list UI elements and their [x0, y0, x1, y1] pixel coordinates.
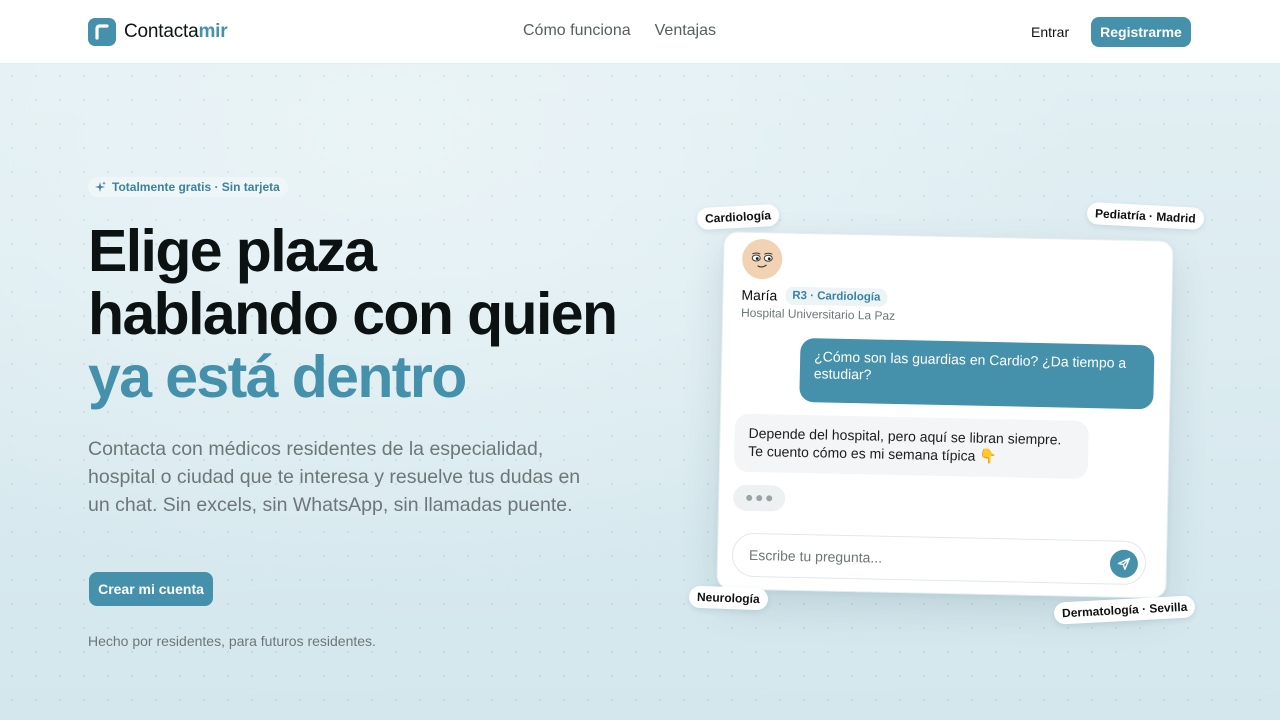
message-outgoing: ¿Cómo son las guardias en Cardio? ¿Da ti… — [799, 337, 1155, 410]
headline-line-2: hablando con quien — [88, 281, 618, 347]
send-icon — [1117, 557, 1131, 570]
typing-dot — [766, 495, 773, 502]
contact-role-badge: R3 · Cardiología — [785, 286, 888, 307]
message-incoming: Depende del hospital, pero aquí se libra… — [733, 413, 1089, 480]
tag-cardiologia: Cardiología — [696, 203, 780, 231]
login-button[interactable]: Entrar — [1031, 24, 1069, 40]
contact-info: María R3 · Cardiología — [741, 286, 888, 307]
nav-links: Cómo funciona Ventajas — [523, 22, 716, 40]
typing-dot — [746, 494, 753, 501]
nav-link-como-funciona[interactable]: Cómo funciona — [523, 22, 631, 40]
chat-preview-card: María R3 · Cardiología Hospital Universi… — [716, 231, 1174, 599]
nav-link-ventajas[interactable]: Ventajas — [655, 22, 716, 40]
hero-footnote: Hecho por residentes, para futuros resid… — [88, 633, 376, 649]
hero-description: Contacta con médicos residentes de la es… — [88, 438, 581, 516]
badge-text: Totalmente gratis · Sin tarjeta — [112, 180, 280, 194]
navbar: Contactamir Cómo funciona Ventajas Entra… — [0, 0, 1280, 64]
register-button[interactable]: Registrarme — [1091, 17, 1191, 47]
contact-hospital: Hospital Universitario La Paz — [740, 305, 896, 323]
headline-line-1: Elige plaza — [88, 218, 377, 284]
create-account-button[interactable]: Crear mi cuenta — [89, 572, 213, 606]
sparkle-icon — [95, 181, 106, 192]
brand-logo-icon — [88, 18, 116, 46]
question-input[interactable] — [731, 532, 1147, 586]
free-badge: Totalmente gratis · Sin tarjeta — [88, 177, 288, 197]
brand-link[interactable]: Contactamir — [88, 18, 228, 46]
contact-name: María — [741, 286, 778, 304]
tag-neurologia: Neurología — [688, 585, 769, 611]
headline-line-3: ya está dentro — [88, 344, 467, 410]
avatar — [741, 238, 783, 280]
brand-name: Contactamir — [124, 21, 228, 42]
hero-headline: Elige plaza hablando con quien ya está d… — [88, 220, 668, 409]
typing-dot — [756, 495, 763, 502]
typing-indicator — [732, 484, 786, 512]
